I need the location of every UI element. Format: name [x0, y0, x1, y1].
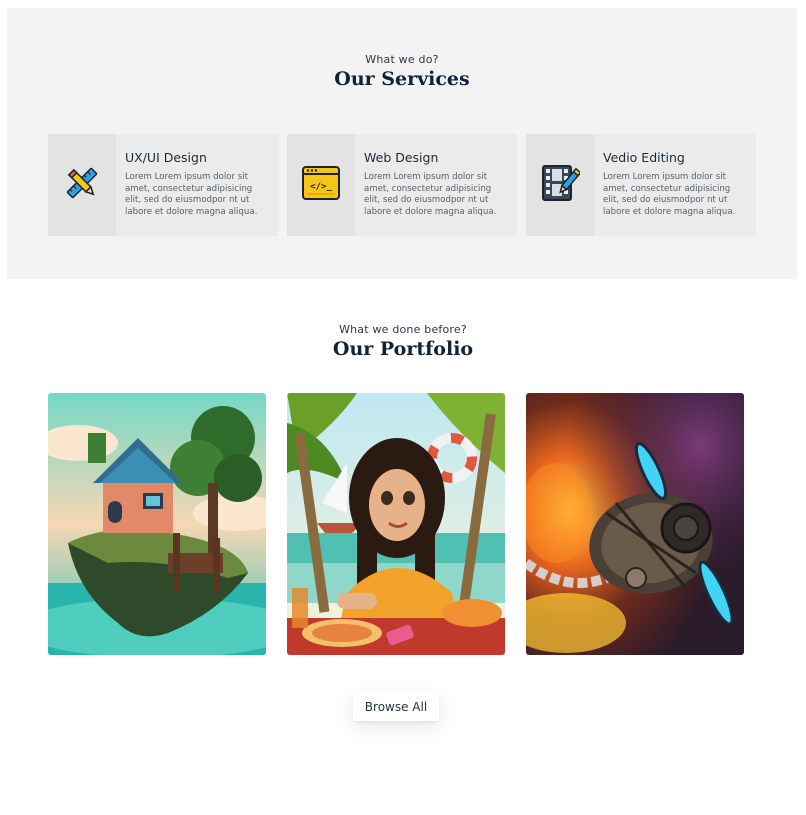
service-icon-box — [48, 134, 116, 236]
service-icon-box: </>_ — [287, 134, 355, 236]
services-title: Our Services — [334, 68, 470, 90]
service-title: Web Design — [364, 150, 439, 165]
code-glyph: </>_ — [310, 182, 332, 192]
service-title: Vedio Editing — [603, 150, 685, 165]
service-description: Lorem Lorem ipsum dolor sit amet, consec… — [125, 172, 258, 217]
code-window-icon: </>_ — [301, 165, 341, 205]
service-icon-box — [526, 134, 594, 236]
portfolio-item-beach-girl[interactable] — [287, 393, 505, 655]
portfolio-gallery — [48, 393, 744, 655]
services-eyebrow: What we do? — [365, 53, 439, 66]
floating-island-house-illustration — [48, 393, 266, 655]
beach-girl-illustration — [287, 393, 505, 655]
service-card-body: UX/UI Design Lorem Lorem ipsum dolor sit… — [116, 134, 278, 236]
portfolio-title: Our Portfolio — [332, 338, 474, 360]
portfolio-item-steampunk-airship[interactable] — [526, 393, 744, 655]
steampunk-airship-illustration — [526, 393, 744, 655]
pencil-ruler-icon — [63, 164, 101, 206]
portfolio-item-island-house[interactable] — [48, 393, 266, 655]
portfolio-eyebrow: What we done before? — [339, 323, 467, 336]
service-title: UX/UI Design — [125, 150, 207, 165]
service-card-ux-ui[interactable]: UX/UI Design Lorem Lorem ipsum dolor sit… — [48, 134, 278, 236]
service-description: Lorem Lorem ipsum dolor sit amet, consec… — [603, 172, 736, 217]
browse-all-button[interactable]: Browse All — [353, 692, 439, 721]
service-description: Lorem Lorem ipsum dolor sit amet, consec… — [364, 172, 497, 217]
service-card-web-design[interactable]: </>_ Web Design Lorem Lorem ipsum dolor … — [287, 134, 517, 236]
services-cards: UX/UI Design Lorem Lorem ipsum dolor sit… — [48, 134, 757, 236]
service-card-body: Vedio Editing Lorem Lorem ipsum dolor si… — [594, 134, 756, 236]
service-card-video-editing[interactable]: Vedio Editing Lorem Lorem ipsum dolor si… — [526, 134, 756, 236]
services-section: What we do? Our Services UX/UI Design Lo… — [7, 8, 797, 279]
service-card-body: Web Design Lorem Lorem ipsum dolor sit a… — [355, 134, 517, 236]
film-edit-icon — [540, 163, 582, 207]
